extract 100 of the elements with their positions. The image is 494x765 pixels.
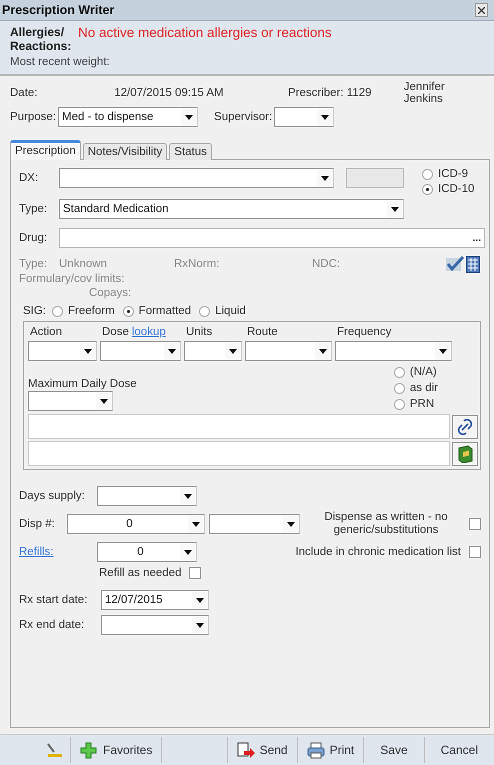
caret-icon	[321, 176, 329, 180]
checkbox-label: Dispense as written - no generic/substitutions	[323, 511, 449, 537]
refills-link[interactable]: Refills:	[19, 546, 97, 558]
sig-text-field[interactable]	[28, 414, 450, 439]
checkbox[interactable]	[189, 567, 202, 579]
chain-link-icon	[456, 418, 474, 436]
radio-label: Liquid	[215, 305, 246, 317]
caret-icon	[168, 348, 176, 354]
max-dose-dropdown[interactable]	[28, 391, 113, 411]
field-label: Purpose:	[10, 111, 56, 123]
allergies-status: No active medication allergies or reactions	[78, 25, 332, 40]
sig-dropdown[interactable]	[245, 341, 332, 361]
field-label: Type:	[19, 258, 48, 270]
radio-label: ICD-9	[438, 168, 468, 180]
date-value: 12/07/2015 09:15 AM	[114, 87, 225, 99]
diagnosis-dropdown[interactable]	[59, 168, 334, 188]
window-title: Prescription Writer	[2, 3, 114, 17]
radio-label: PRN	[410, 397, 434, 412]
radio-button[interactable]	[52, 306, 64, 316]
toolbar-button[interactable]: Cancel	[424, 737, 494, 763]
tab[interactable]: Prescription	[10, 140, 81, 160]
checkbox-label: Refill as needed	[99, 567, 182, 579]
days-supply-dropdown[interactable]	[97, 486, 197, 506]
drug-field[interactable]: ...	[59, 228, 485, 248]
sig-dropdown[interactable]	[184, 341, 242, 361]
sig-dropdown[interactable]	[100, 341, 181, 361]
close-icon	[478, 6, 485, 14]
caret-icon	[321, 114, 330, 120]
caret-icon	[319, 348, 327, 354]
caret-icon	[439, 348, 447, 354]
checkbox[interactable]	[469, 546, 481, 558]
field-label: Date:	[10, 87, 38, 99]
field-label: Formulary/cov limits:	[19, 273, 126, 285]
lookup-link[interactable]: lookup	[132, 326, 166, 341]
table-icon	[466, 256, 480, 272]
field-label: Disp #:	[19, 518, 56, 530]
supervisor-dropdown[interactable]	[274, 107, 334, 127]
column-label: Route	[247, 326, 278, 340]
radio-label: as dir	[410, 381, 438, 396]
type-value: Unknown	[59, 258, 108, 270]
checkmark-icon	[446, 256, 464, 272]
plus-icon	[80, 742, 98, 758]
sig-text-field[interactable]	[28, 441, 450, 466]
code-field[interactable]	[346, 168, 404, 188]
radio-button[interactable]	[394, 366, 405, 378]
column-label: Action	[30, 326, 62, 340]
sig-dropdown[interactable]	[335, 341, 452, 361]
radio-button[interactable]	[394, 382, 405, 394]
favorites-button[interactable]: Favorites	[71, 737, 162, 763]
field-label: Drug:	[19, 232, 48, 244]
radio-button[interactable]	[422, 168, 433, 180]
link-button[interactable]	[452, 414, 478, 438]
caret-icon	[196, 598, 204, 602]
field-label: Rx start date:	[19, 594, 88, 606]
weight-label: Most recent weight:	[10, 56, 111, 68]
radio-button[interactable]	[199, 306, 210, 316]
purpose-dropdown[interactable]: Med - to dispense	[58, 107, 198, 127]
book-button[interactable]	[452, 442, 478, 466]
field-label: DX:	[19, 172, 40, 184]
field-label: Supervisor:	[214, 111, 272, 123]
toolbar-button[interactable]: Save	[364, 737, 425, 763]
caret-icon	[100, 398, 108, 404]
tab[interactable]: Notes/Visibility	[82, 143, 168, 160]
field-label: Rx end date:	[19, 619, 86, 631]
radio-label: (N/A)	[410, 365, 437, 380]
allergies-label: Allergies/ Reactions:	[10, 25, 70, 53]
caret-icon	[391, 206, 399, 212]
field-label: Maximum Daily Dose	[28, 378, 137, 390]
field-label: Copays:	[89, 287, 132, 299]
radio-button[interactable]	[122, 306, 134, 316]
toolbar-button[interactable]: Print	[298, 737, 364, 763]
prescriber-label: Prescriber: 1129	[288, 87, 372, 99]
refills-dropdown[interactable]: 0	[97, 542, 197, 562]
browse-button[interactable]: ...	[470, 232, 484, 244]
checkbox-label: Include in chronic medication list	[295, 546, 461, 558]
type-dropdown[interactable]: Standard Medication	[59, 199, 404, 219]
tab[interactable]: Status	[169, 143, 212, 160]
radio-button[interactable]	[422, 184, 433, 194]
printer-icon	[306, 742, 325, 758]
radio-label: Formatted	[138, 305, 192, 317]
close-button[interactable]	[475, 3, 488, 17]
toolbar-button[interactable]: Send	[228, 737, 298, 763]
end-date-dropdown[interactable]	[101, 615, 209, 635]
caret-icon	[185, 114, 194, 120]
sig-dropdown[interactable]	[28, 341, 97, 361]
caret-icon	[287, 522, 295, 526]
prescriber-name: Jennifer Jenkins	[404, 81, 446, 105]
checkbox[interactable]	[469, 518, 481, 530]
radio-label: Freeform	[68, 305, 115, 317]
column-label: Frequency	[337, 326, 392, 340]
field-label: NDC:	[312, 258, 342, 270]
caret-icon	[192, 522, 200, 526]
dispense-quantity-dropdown[interactable]: 0	[67, 514, 205, 534]
column-label: Dose	[102, 326, 129, 340]
field-label: SIG:	[23, 305, 46, 317]
start-date-dropdown[interactable]: 12/07/2015	[101, 590, 209, 610]
field-label: RxNorm:	[174, 258, 220, 270]
column-label: Units	[186, 326, 212, 340]
radio-button[interactable]	[394, 398, 405, 410]
dispense-unit-dropdown[interactable]	[209, 514, 300, 534]
